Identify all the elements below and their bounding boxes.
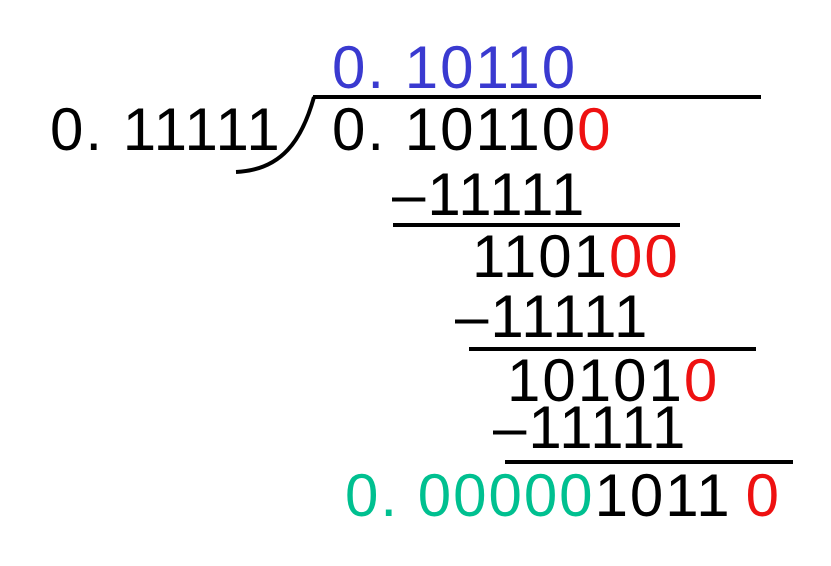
remainder-2-pad: 0 bbox=[683, 347, 720, 414]
dividend-pad-zero: 0 bbox=[577, 96, 613, 163]
remainder-1: 110100 bbox=[472, 227, 680, 287]
final-result: 0. 000001011 0 bbox=[345, 466, 781, 526]
subtrahend-3: –11111 bbox=[493, 394, 688, 461]
subtrahend-2: –11111 bbox=[455, 283, 650, 350]
dividend: 0. 101100 bbox=[332, 100, 612, 160]
dividend-digits: 0. 10110 bbox=[332, 96, 578, 163]
final-digits: 1011 bbox=[594, 462, 732, 529]
remainder-1-pad: 00 bbox=[609, 223, 680, 290]
final-pad: 0 bbox=[745, 462, 781, 529]
subtrahend-1: –11111 bbox=[392, 161, 587, 228]
long-division-diagram: 0. 10110 0. 11111 0. 101100 –11111 11010… bbox=[0, 0, 831, 566]
remainder-1-digits: 1101 bbox=[472, 223, 610, 290]
final-zeros: 0. 00000 bbox=[345, 462, 595, 529]
